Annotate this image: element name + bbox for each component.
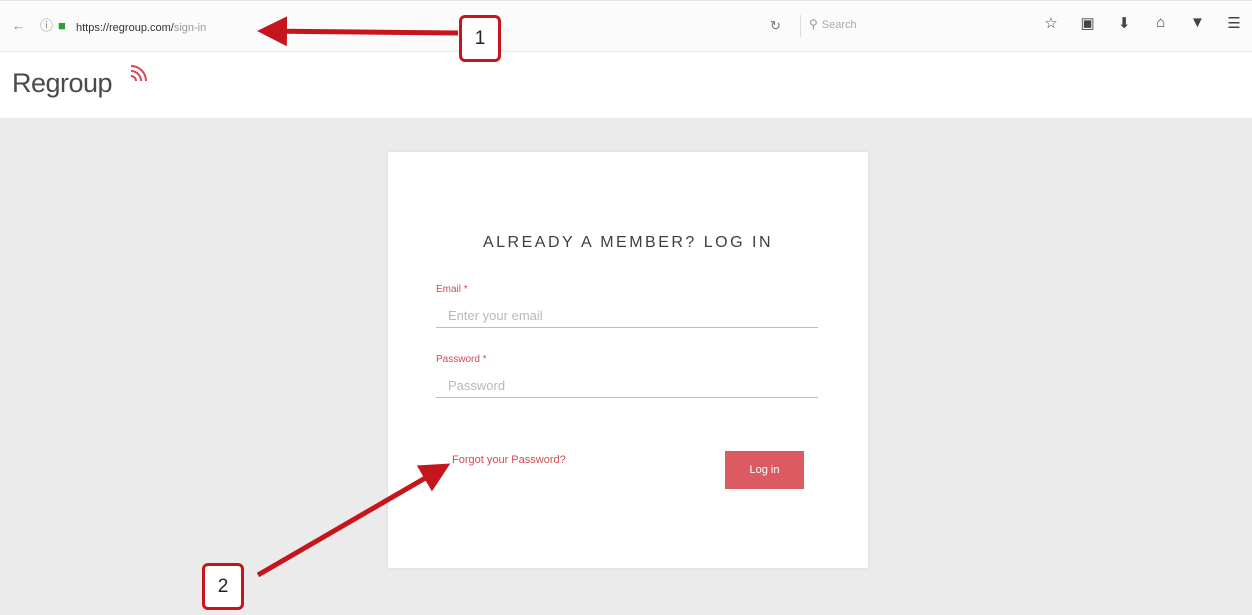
search-icon: ⚲ (809, 17, 818, 31)
password-label: Password * (436, 354, 487, 365)
back-arrow-icon[interactable]: ← (12, 18, 25, 34)
info-icon[interactable]: ⓘ (40, 18, 53, 34)
email-input[interactable] (436, 304, 818, 328)
email-label: Email * (436, 284, 468, 295)
address-bar[interactable]: https://regroup.com/sign-in (76, 18, 756, 36)
toolbar-icons: ☆ ▣ ⬇ ⌂ ▼ ☰ (1040, 14, 1245, 32)
lock-icon: ■ (58, 18, 66, 33)
url-host: https://regroup.com/ (76, 22, 174, 34)
login-card: ALREADY A MEMBER? LOG IN Email * Passwor… (388, 152, 868, 568)
callout-1: 1 (459, 15, 501, 62)
url-path: sign-in (173, 22, 207, 34)
home-icon[interactable]: ⌂ (1150, 14, 1172, 32)
menu-icon[interactable]: ☰ (1223, 14, 1245, 32)
browser-toolbar: ← ⓘ ■ https://regroup.com/sign-in ↻ ⚲ Sea… (0, 0, 1252, 52)
reading-list-icon[interactable]: ▣ (1077, 14, 1099, 32)
login-title: ALREADY A MEMBER? LOG IN (482, 234, 773, 251)
browser-search-box[interactable]: ⚲ Search (800, 15, 1030, 37)
search-placeholder: Search (821, 19, 857, 31)
callout-2: 2 (202, 563, 244, 610)
regroup-logo[interactable]: Regroup (12, 68, 113, 99)
pocket-icon[interactable]: ▼ (1186, 14, 1208, 32)
download-icon[interactable]: ⬇ (1113, 14, 1135, 32)
bookmark-star-icon[interactable]: ☆ (1040, 14, 1062, 32)
site-header: Regroup (0, 52, 1252, 118)
main-area: ALREADY A MEMBER? LOG IN Email * Passwor… (0, 118, 1252, 615)
password-input[interactable] (436, 374, 818, 398)
forgot-password-link[interactable]: Forgot your Password? (452, 454, 566, 466)
signal-waves-icon (130, 65, 147, 82)
log-in-button[interactable]: Log in (725, 451, 804, 489)
reload-icon[interactable]: ↻ (770, 18, 781, 34)
